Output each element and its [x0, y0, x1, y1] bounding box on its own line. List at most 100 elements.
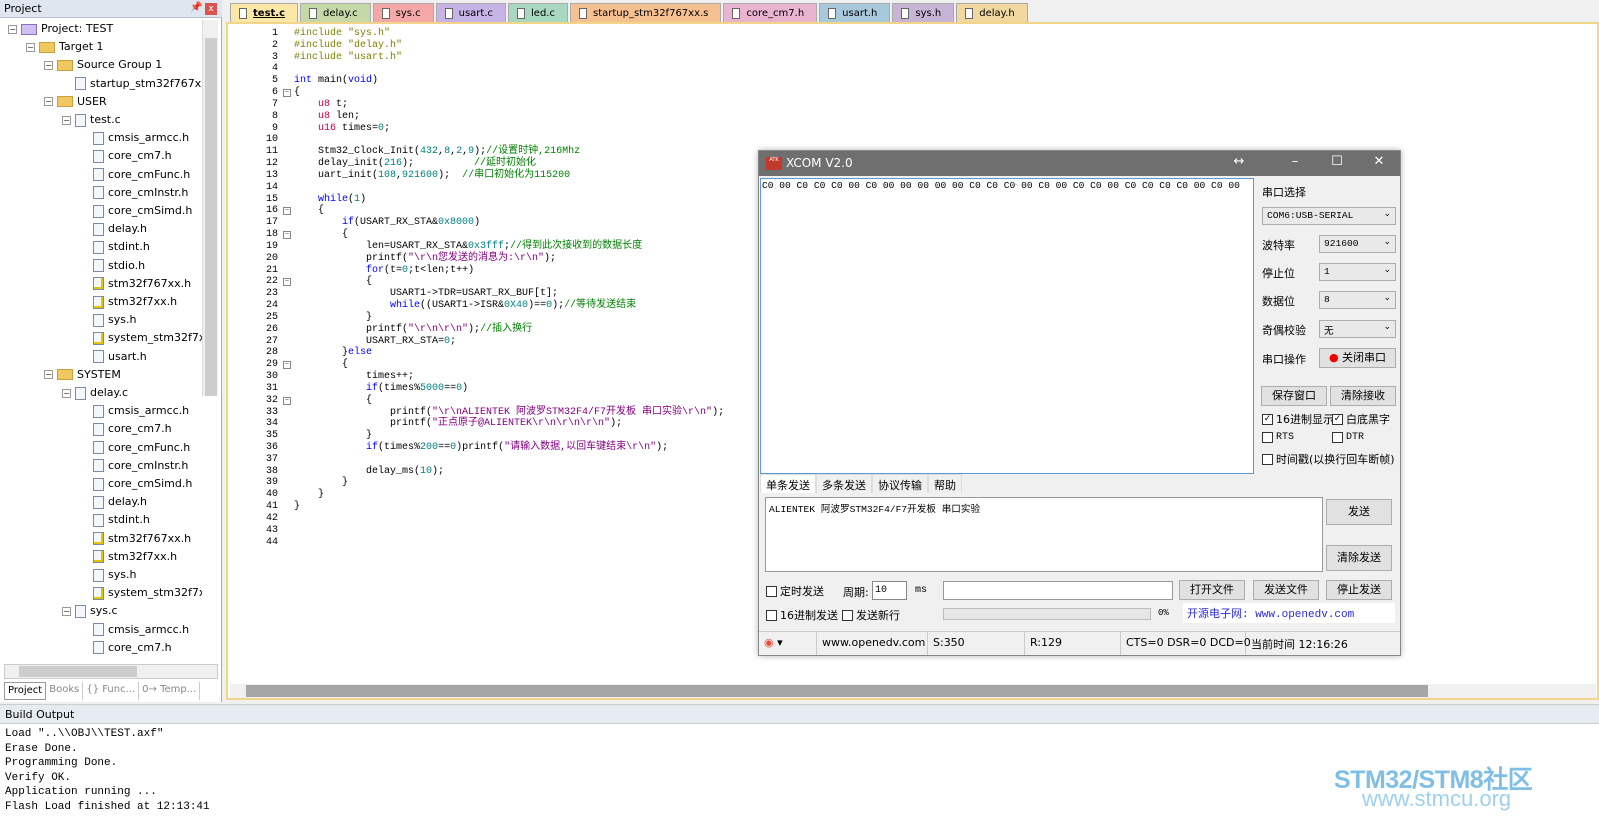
tab-multi-send[interactable]: 多条发送 [816, 474, 872, 493]
collapse-toggle-icon[interactable]: − [44, 97, 53, 107]
tree-item[interactable]: stdio.h [80, 257, 145, 275]
data-bits-select[interactable]: 8 ⌄ [1319, 291, 1396, 309]
editor-horizontal-scrollbar[interactable] [230, 684, 1596, 698]
period-input[interactable]: 10 [872, 581, 907, 600]
checkbox[interactable] [842, 609, 853, 621]
stop-send-button[interactable]: 停止发送 [1326, 580, 1392, 600]
tree-item[interactable]: − SYSTEM [44, 366, 121, 384]
tree-item[interactable]: core_cmInstr.h [80, 184, 188, 202]
timestamp-checkbox[interactable]: 时间戳(以换行回车断帧) [1262, 451, 1395, 467]
collapse-toggle-icon[interactable]: − [62, 388, 71, 398]
hex-display-checkbox[interactable]: ✓ 16进制显示 [1262, 411, 1334, 427]
tab-help[interactable]: 帮助 [928, 474, 962, 493]
tree-item[interactable]: cmsis_armcc.h [80, 621, 189, 639]
scroll-thumb[interactable] [19, 666, 137, 677]
file-tab[interactable]: usart.h [819, 3, 891, 23]
tree-item[interactable]: stdint.h [80, 238, 150, 256]
scroll-thumb[interactable] [246, 685, 1428, 697]
file-tab[interactable]: led.c [508, 3, 568, 23]
receive-scrollbar[interactable]: ︿ [775, 179, 1253, 190]
openedv-ad-link[interactable]: 开源电子网: www.openedv.com [1183, 603, 1395, 623]
parity-select[interactable]: 无 ⌄ [1319, 320, 1396, 338]
collapse-toggle-icon[interactable]: − [44, 370, 53, 380]
tree-item[interactable]: − USER [44, 93, 107, 111]
resize-icon[interactable]: ↔ [1219, 154, 1259, 173]
tree-item[interactable]: − delay.c [62, 384, 128, 402]
maximize-button[interactable]: ☐ [1317, 154, 1357, 173]
send-file-button[interactable]: 发送文件 [1253, 580, 1319, 600]
file-path-input[interactable] [943, 581, 1173, 600]
hex-send-checkbox[interactable]: 16进制发送 [766, 607, 838, 623]
tree-item[interactable]: − Project: TEST [8, 20, 113, 38]
tree-item[interactable]: core_cmInstr.h [80, 457, 188, 475]
tab-templates[interactable]: 0→ Temp... [139, 682, 201, 700]
tree-item[interactable]: core_cmSimd.h [80, 475, 192, 493]
clear-receive-button[interactable]: 清除接收 [1330, 386, 1396, 406]
file-tab[interactable]: usart.c [435, 3, 507, 23]
tree-item[interactable]: system_stm32f7xx [80, 584, 202, 602]
fold-toggle-icon[interactable]: − [283, 361, 291, 370]
fold-toggle-icon[interactable]: − [283, 396, 291, 405]
tree-item[interactable]: delay.h [80, 493, 147, 511]
tree-item[interactable]: core_cm7.h [80, 420, 172, 438]
file-tab[interactable]: test.c [230, 3, 299, 23]
collapse-toggle-icon[interactable]: − [62, 115, 71, 125]
file-tab[interactable]: sys.c [372, 3, 434, 23]
tree-item[interactable]: core_cmFunc.h [80, 439, 190, 457]
tab-protocol[interactable]: 协议传输 [872, 474, 928, 493]
receive-area[interactable]: C0 00 C0 C0 C0 00 C0 00 00 00 00 00 C0 C… [760, 178, 1254, 474]
collapse-toggle-icon[interactable]: − [62, 606, 71, 616]
fold-toggle-icon[interactable]: − [283, 278, 291, 287]
checkbox[interactable] [766, 609, 777, 621]
file-tab[interactable]: core_cm7.h [723, 3, 818, 23]
tree-item[interactable]: stm32f7xx.h [80, 293, 177, 311]
file-tab[interactable]: startup_stm32f767xx.s [569, 3, 722, 23]
tree-item[interactable]: cmsis_armcc.h [80, 129, 189, 147]
save-window-button[interactable]: 保存窗口 [1261, 386, 1327, 406]
checkbox[interactable] [1262, 453, 1273, 465]
fold-toggle-icon[interactable]: − [283, 207, 291, 216]
tree-item[interactable]: − test.c [62, 111, 121, 129]
tab-books[interactable]: Books [46, 682, 84, 700]
tree-item[interactable]: startup_stm32f767xx.s [62, 75, 202, 93]
settings-menu-button[interactable]: ◉ ▾ [759, 632, 817, 655]
xcom-title-bar[interactable]: ATK XCOM V2.0 ↔ – ☐ ✕ [759, 151, 1400, 176]
pin-icon[interactable]: 📌 [190, 2, 202, 13]
dtr-checkbox[interactable]: DTR [1332, 432, 1364, 443]
stop-bits-select[interactable]: 1 ⌄ [1319, 263, 1396, 281]
tree-item[interactable]: − sys.c [62, 602, 118, 620]
tree-item[interactable]: stm32f767xx.h [80, 530, 191, 548]
tree-item[interactable]: stm32f7xx.h [80, 548, 177, 566]
tree-item[interactable]: sys.h [80, 566, 136, 584]
checkbox[interactable] [1332, 432, 1343, 443]
tree-item[interactable]: cmsis_armcc.h [80, 402, 189, 420]
tree-item[interactable]: core_cm7.h [80, 639, 172, 657]
tree-item[interactable]: core_cm7.h [80, 147, 172, 165]
tab-functions[interactable]: {} Func... [83, 682, 140, 700]
tree-item[interactable]: − Source Group 1 [44, 56, 162, 74]
timed-send-checkbox[interactable]: 定时发送 [766, 583, 824, 599]
tree-item[interactable]: stdint.h [80, 511, 150, 529]
port-select[interactable]: COM6:USB-SERIAL ⌄ [1262, 207, 1396, 225]
fold-toggle-icon[interactable]: − [283, 89, 291, 98]
send-button[interactable]: 发送 [1326, 499, 1392, 525]
tree-item[interactable]: − Target 1 [26, 38, 104, 56]
scroll-thumb[interactable] [205, 38, 217, 396]
close-button[interactable]: ✕ [1359, 154, 1399, 173]
tree-item[interactable]: core_cmSimd.h [80, 202, 192, 220]
baud-select[interactable]: 921600 ⌄ [1319, 235, 1396, 253]
collapse-toggle-icon[interactable]: − [26, 42, 35, 52]
open-file-button[interactable]: 打开文件 [1179, 580, 1245, 600]
file-tab[interactable]: delay.h [956, 3, 1028, 23]
file-tab[interactable]: delay.c [300, 3, 371, 23]
checkbox-checked[interactable]: ✓ [1332, 413, 1343, 425]
status-url[interactable]: www.openedv.com [817, 632, 928, 655]
tree-item[interactable]: usart.h [80, 348, 147, 366]
tree-item[interactable]: system_stm32f7xx [80, 329, 202, 347]
close-port-button[interactable]: ● 关闭串口 [1319, 348, 1396, 368]
close-icon[interactable]: x [205, 3, 217, 15]
fold-toggle-icon[interactable]: − [283, 231, 291, 240]
file-tab[interactable]: sys.h [892, 3, 955, 23]
tree-item[interactable]: core_cmFunc.h [80, 166, 190, 184]
clear-send-button[interactable]: 清除发送 [1326, 545, 1392, 571]
